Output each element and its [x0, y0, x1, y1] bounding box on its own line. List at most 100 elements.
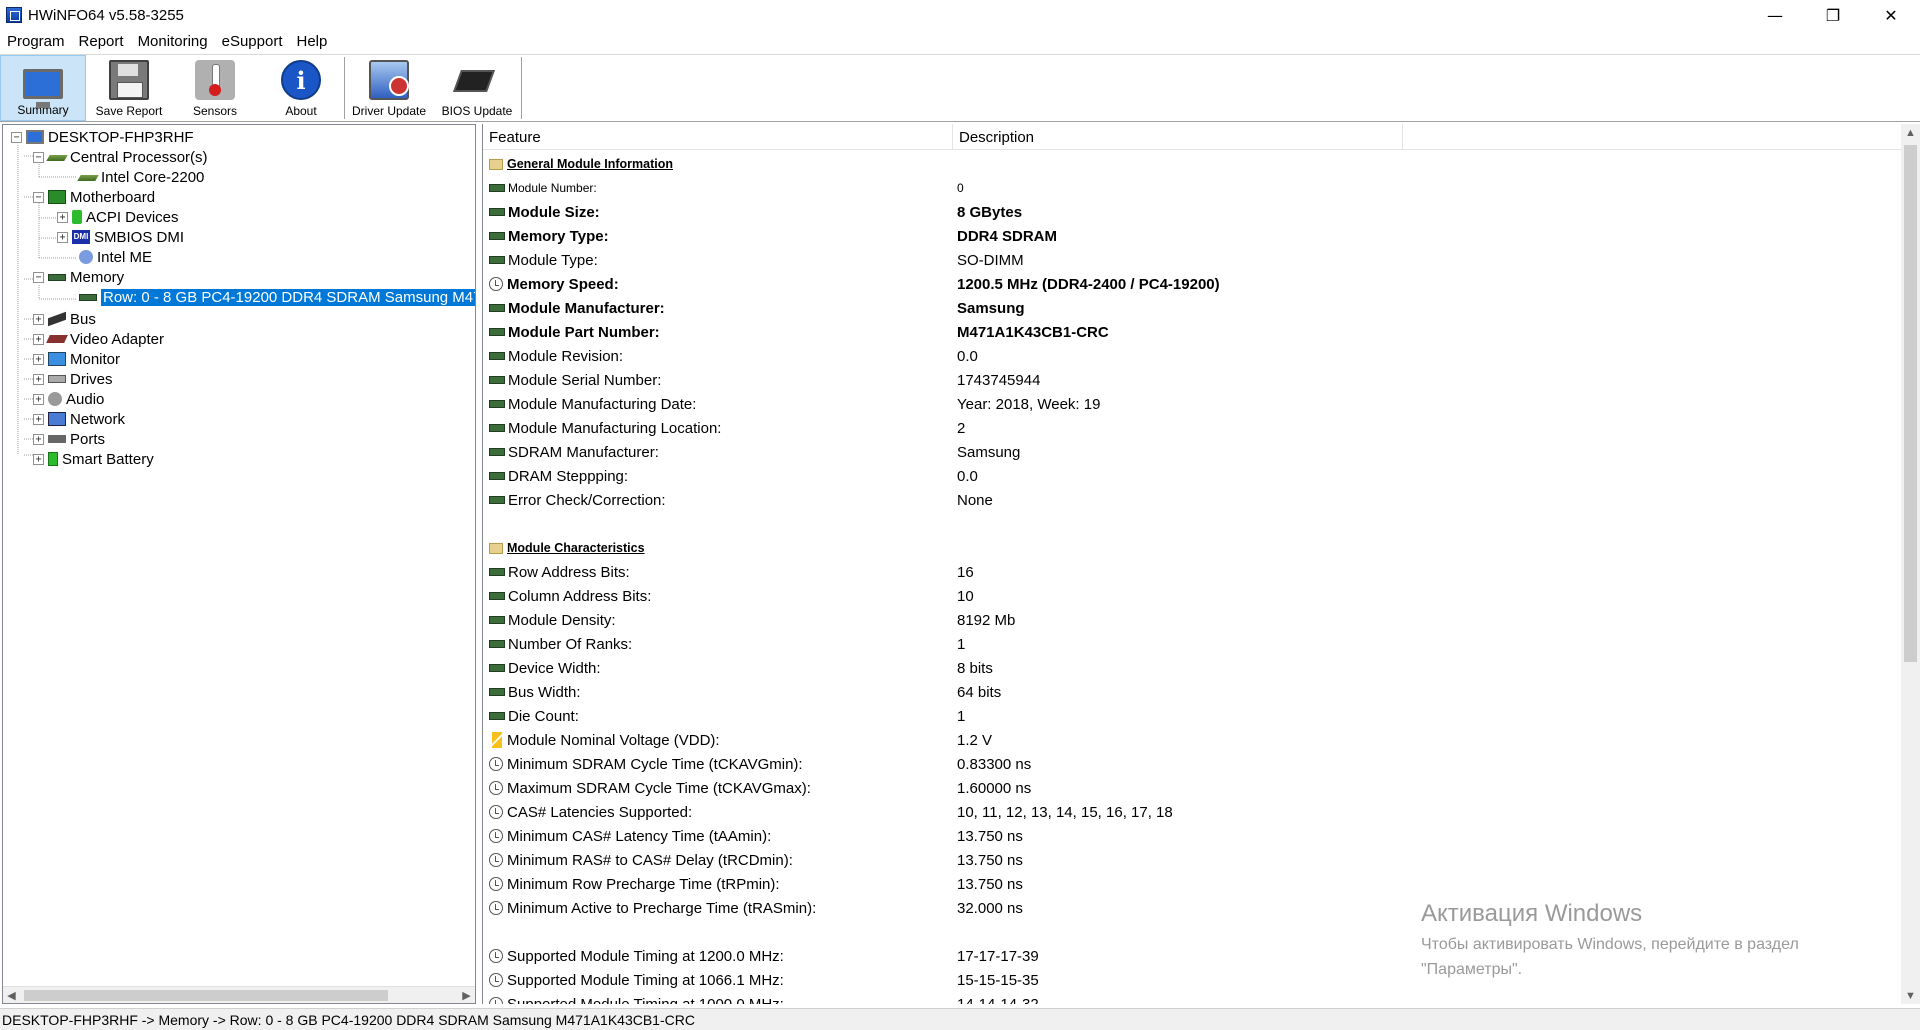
description-value: 10, 11, 12, 13, 14, 15, 16, 17, 18	[957, 803, 1173, 821]
expand-icon[interactable]: +	[33, 413, 44, 425]
detail-row[interactable]: Error Check/Correction: None	[483, 488, 1901, 512]
description-value: 32.000 ns	[957, 899, 1023, 917]
section-module-characteristics[interactable]: Module Characteristics	[483, 536, 1901, 560]
detail-row[interactable]: Module Manufacturing Date: Year: 2018, We…	[483, 392, 1901, 416]
detail-row[interactable]: CAS# Latencies Supported: 10, 11, 12, 13,…	[483, 800, 1901, 824]
detail-row[interactable]: Bus Width: 64 bits	[483, 680, 1901, 704]
menu-monitoring[interactable]: Monitoring	[131, 33, 215, 50]
detail-row[interactable]: Module Number: 0	[483, 176, 1901, 200]
menu-report[interactable]: Report	[72, 33, 131, 50]
details-vertical-scrollbar[interactable]: ▲ ▼	[1901, 124, 1920, 1004]
column-feature[interactable]: Feature	[483, 124, 953, 150]
expand-icon[interactable]: +	[33, 313, 44, 325]
detail-row[interactable]: Module Manufacturer: Samsung	[483, 296, 1901, 320]
restore-button[interactable]: ❐	[1804, 0, 1862, 30]
tree-item-drives[interactable]: + Drives	[33, 369, 113, 389]
detail-row[interactable]: SDRAM Manufacturer: Samsung	[483, 440, 1901, 464]
detail-row[interactable]: Memory Type: DDR4 SDRAM	[483, 224, 1901, 248]
tree-item-bus[interactable]: + Bus	[33, 309, 96, 329]
feature-label: Minimum RAS# to CAS# Delay (tRCDmin):	[507, 851, 793, 869]
toolbar: Summary Save Report Sensors i About Driv…	[0, 54, 1920, 122]
expand-icon[interactable]: +	[33, 453, 44, 465]
minimize-button[interactable]: —	[1746, 0, 1804, 30]
collapse-icon[interactable]: −	[33, 271, 44, 283]
clock-icon	[489, 973, 503, 987]
detail-row[interactable]: DRAM Steppping: 0.0	[483, 464, 1901, 488]
description-value: 1.2 V	[957, 731, 993, 749]
section-general-module-information[interactable]: General Module Information	[483, 152, 1901, 176]
watermark-line-2: "Параметры".	[1421, 961, 1523, 978]
detail-row[interactable]: Supported Module Timing at 1000.0 MHz: 14…	[483, 992, 1901, 1004]
detail-row[interactable]: Minimum CAS# Latency Time (tAAmin): 13.75…	[483, 824, 1901, 848]
detail-row[interactable]: Maximum SDRAM Cycle Time (tCKAVGmax): 1.6…	[483, 776, 1901, 800]
collapse-icon[interactable]: −	[11, 131, 22, 143]
detail-row[interactable]: Module Nominal Voltage (VDD): 1.2 V	[483, 728, 1901, 752]
tree-item-acpi[interactable]: + ACPI Devices	[57, 207, 179, 227]
menu-esupport[interactable]: eSupport	[215, 33, 290, 50]
scroll-down-icon[interactable]: ▼	[1901, 987, 1920, 1004]
expand-icon[interactable]: +	[57, 231, 68, 243]
detail-row[interactable]: Die Count: 1	[483, 704, 1901, 728]
about-button[interactable]: i About	[258, 55, 344, 121]
tree-item-intel-me[interactable]: Intel ME	[79, 247, 152, 267]
tree-item-network[interactable]: + Network	[33, 409, 125, 429]
tree-item-smbios[interactable]: + DMI SMBIOS DMI	[57, 227, 184, 247]
tree-item-monitor[interactable]: + Monitor	[33, 349, 120, 369]
scrollbar-thumb[interactable]	[24, 990, 388, 1001]
detail-row[interactable]: Minimum Row Precharge Time (tRPmin): 13.7…	[483, 872, 1901, 896]
tree-item-motherboard[interactable]: − Motherboard	[33, 187, 155, 207]
bios-update-button[interactable]: BIOS Update	[433, 55, 521, 121]
detail-row[interactable]: Minimum SDRAM Cycle Time (tCKAVGmin): 0.8…	[483, 752, 1901, 776]
feature-label: Module Manufacturer:	[508, 299, 665, 317]
collapse-icon[interactable]: −	[33, 191, 44, 203]
detail-row[interactable]: Module Size: 8 GBytes	[483, 200, 1901, 224]
detail-row[interactable]: Module Type: SO-DIMM	[483, 248, 1901, 272]
detail-row[interactable]: Memory Speed: 1200.5 MHz (DDR4-2400 / PC4…	[483, 272, 1901, 296]
tree-item-memory-row[interactable]: Row: 0 - 8 GB PC4-19200 DDR4 SDRAM Samsu…	[79, 287, 475, 307]
detail-row[interactable]: Minimum RAS# to CAS# Delay (tRCDmin): 13.…	[483, 848, 1901, 872]
expand-icon[interactable]: +	[33, 393, 44, 405]
tree-item-ports[interactable]: + Ports	[33, 429, 105, 449]
sensors-button[interactable]: Sensors	[172, 55, 258, 121]
collapse-icon[interactable]: −	[33, 151, 44, 163]
driver-update-button[interactable]: Driver Update	[345, 55, 433, 121]
monitor-icon	[23, 69, 63, 108]
save-report-button[interactable]: Save Report	[86, 55, 172, 121]
menu-help[interactable]: Help	[290, 33, 335, 50]
device-tree[interactable]: − DESKTOP-FHP3RHF − Central Processor(s)…	[2, 124, 476, 1004]
expand-icon[interactable]: +	[33, 333, 44, 345]
detail-row[interactable]: Column Address Bits: 10	[483, 584, 1901, 608]
scroll-right-icon[interactable]: ▶	[458, 987, 475, 1003]
summary-button[interactable]: Summary	[0, 55, 86, 121]
expand-icon[interactable]: +	[33, 353, 44, 365]
scrollbar-thumb[interactable]	[1904, 145, 1917, 662]
detail-row[interactable]: Module Manufacturing Location: 2	[483, 416, 1901, 440]
expand-icon[interactable]: +	[33, 373, 44, 385]
detail-row[interactable]: Row Address Bits: 16	[483, 560, 1901, 584]
detail-row[interactable]: Module Density: 8192 Mb	[483, 608, 1901, 632]
details-list[interactable]: Feature Description General Module Infor…	[482, 124, 1920, 1004]
tree-horizontal-scrollbar[interactable]: ◀ ▶	[3, 986, 475, 1003]
scroll-left-icon[interactable]: ◀	[3, 987, 20, 1003]
tree-item-cpu-group[interactable]: − Central Processor(s)	[33, 147, 208, 167]
tree-item-root[interactable]: − DESKTOP-FHP3RHF	[11, 127, 194, 147]
detail-row[interactable]: Module Serial Number: 1743745944	[483, 368, 1901, 392]
watermark-line-1: Чтобы активировать Windows, перейдите в …	[1421, 936, 1799, 953]
description-value: 13.750 ns	[957, 851, 1023, 869]
tree-item-memory[interactable]: − Memory	[33, 267, 124, 287]
tree-item-battery[interactable]: + Smart Battery	[33, 449, 154, 469]
column-description[interactable]: Description	[953, 124, 1403, 150]
detail-row[interactable]: Number Of Ranks: 1	[483, 632, 1901, 656]
tree-item-audio[interactable]: + Audio	[33, 389, 104, 409]
close-button[interactable]: ✕	[1862, 0, 1920, 30]
expand-icon[interactable]: +	[33, 433, 44, 445]
detail-row[interactable]: Module Part Number: M471A1K43CB1-CRC	[483, 320, 1901, 344]
description-value: 13.750 ns	[957, 875, 1023, 893]
scroll-up-icon[interactable]: ▲	[1901, 124, 1920, 141]
expand-icon[interactable]: +	[57, 211, 68, 223]
detail-row[interactable]: Module Revision: 0.0	[483, 344, 1901, 368]
menu-program[interactable]: Program	[0, 33, 72, 50]
tree-item-cpu[interactable]: Intel Core-2200	[77, 167, 204, 187]
tree-item-video[interactable]: + Video Adapter	[33, 329, 164, 349]
detail-row[interactable]: Device Width: 8 bits	[483, 656, 1901, 680]
